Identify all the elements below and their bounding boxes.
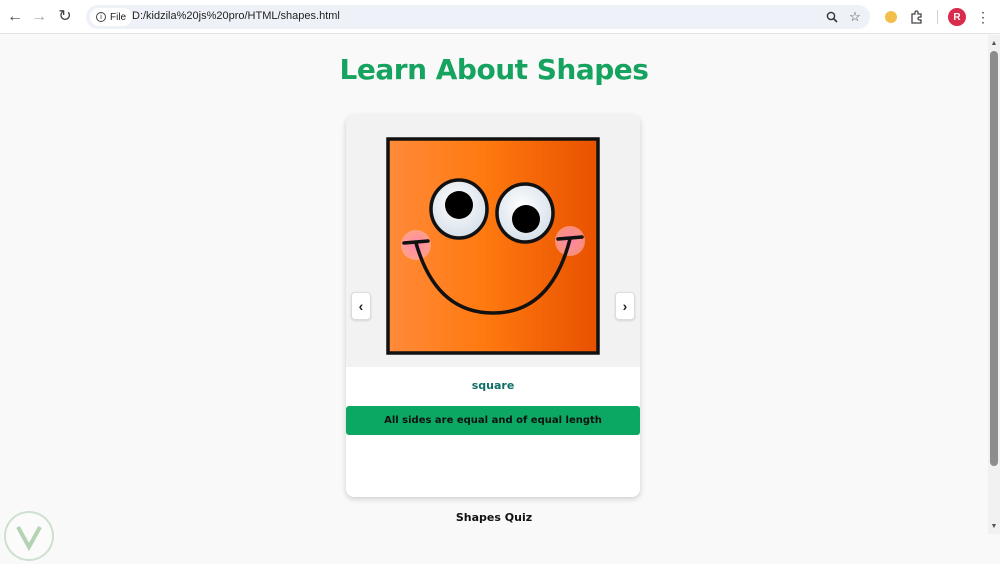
watermark-logo [4, 511, 54, 561]
puzzle-extensions-icon[interactable] [906, 6, 928, 28]
page-scrollbar[interactable]: ▲ ▼ [988, 35, 1000, 534]
shape-name: square [471, 379, 515, 392]
page-content: Learn About Shapes ‹ › square All sides … [0, 35, 988, 561]
toolbar-divider [937, 10, 938, 24]
shape-image-area: ‹ › [346, 115, 640, 367]
bookmark-star-icon[interactable]: ☆ [845, 7, 865, 27]
address-bar[interactable]: i File D:/kidzila%20js%20pro/HTML/shapes… [86, 5, 870, 29]
scroll-thumb[interactable] [990, 51, 998, 466]
square-face-image [386, 137, 600, 355]
url-text[interactable]: D:/kidzila%20js%20pro/HTML/shapes.html [132, 10, 340, 22]
back-arrow-icon[interactable]: ← [4, 6, 26, 28]
shape-description-text: All sides are equal and of equal length [384, 415, 602, 426]
previous-shape-button[interactable]: ‹ [351, 292, 371, 320]
shape-description: All sides are equal and of equal length [346, 406, 640, 435]
scroll-up-icon[interactable]: ▲ [988, 37, 1000, 49]
profile-avatar[interactable]: R [948, 8, 966, 26]
extension-icon[interactable] [880, 6, 902, 28]
site-info-label: File [110, 11, 127, 23]
info-icon: i [96, 12, 106, 22]
page-title: Learn About Shapes [339, 53, 649, 86]
shapes-quiz-heading[interactable]: Shapes Quiz [0, 511, 988, 524]
browser-toolbar: ← → ↻ i File D:/kidzila%20js%20pro/HTML/… [0, 0, 1000, 34]
scroll-down-icon[interactable]: ▼ [988, 520, 1000, 532]
site-info-button[interactable]: i File [90, 8, 133, 26]
forward-arrow-icon[interactable]: → [28, 6, 50, 28]
reload-icon[interactable]: ↻ [54, 6, 76, 28]
next-shape-button[interactable]: › [615, 292, 635, 320]
menu-kebab-icon[interactable]: ⋮ [972, 6, 994, 28]
zoom-icon[interactable] [822, 7, 842, 27]
shape-card: ‹ › square All sides are equal and of eq… [346, 115, 640, 497]
